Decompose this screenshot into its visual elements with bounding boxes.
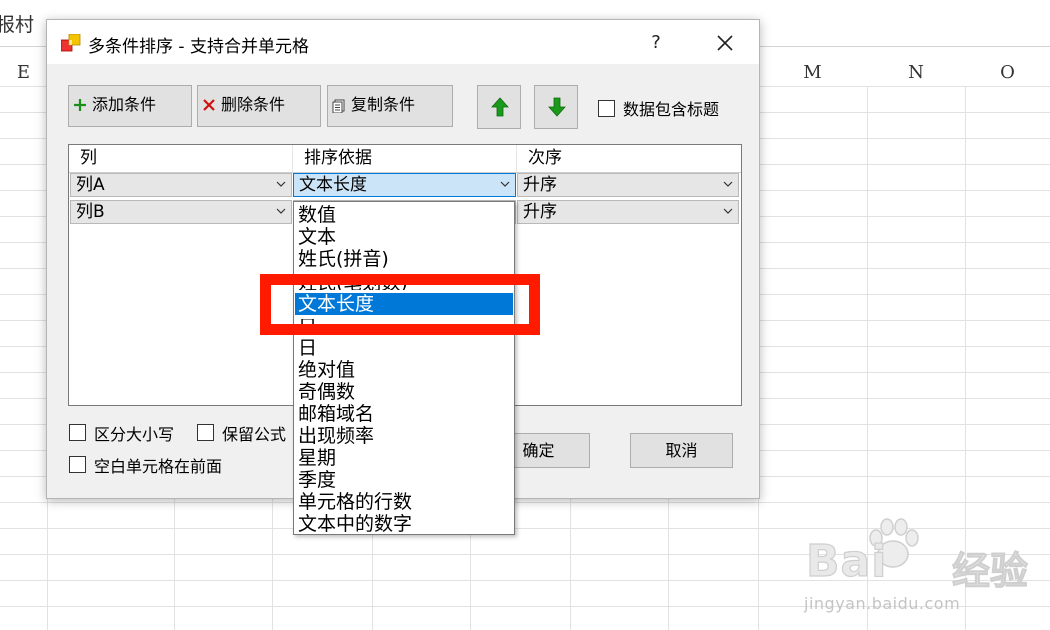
dialog-titlebar[interactable]: 多条件排序 - 支持合并单元格 ? — [47, 20, 759, 64]
move-down-button[interactable] — [534, 85, 578, 129]
copy-condition-button[interactable]: 复制条件 — [327, 85, 453, 127]
column-header-o[interactable]: O — [965, 56, 1050, 87]
row1-basis-select[interactable]: 文本长度 — [293, 173, 516, 197]
dropdown-option[interactable]: 文本 — [295, 226, 513, 248]
watermark-url: jingyan.baidu.com — [804, 594, 961, 613]
dropdown-option[interactable]: 出现频率 — [295, 425, 513, 447]
copy-condition-label: 复制条件 — [351, 95, 416, 114]
row2-order-value: 升序 — [523, 202, 557, 222]
grid-header-order: 次序 — [517, 145, 741, 172]
row1-column-select[interactable]: 列A — [70, 173, 292, 197]
row2-order-select[interactable]: 升序 — [517, 200, 739, 224]
row2-column-value: 列B — [76, 202, 105, 222]
column-header-e[interactable]: E — [0, 56, 48, 87]
case-sensitive-label: 区分大小写 — [94, 425, 175, 444]
close-icon — [717, 35, 733, 51]
dropdown-option[interactable]: 绝对值 — [295, 359, 513, 381]
dropdown-option[interactable]: 季度 — [295, 469, 513, 491]
has-header-checkbox[interactable] — [598, 100, 615, 117]
cancel-button[interactable]: 取消 — [630, 433, 733, 468]
copy-icon — [332, 99, 345, 113]
row2-column-select[interactable]: 列B — [70, 200, 292, 224]
watermark-logo-text: Bai — [805, 535, 888, 587]
baidu-jingyan-watermark: Bai 经验 jingyan.baidu.com — [800, 510, 1050, 620]
case-sensitive-checkbox[interactable] — [69, 424, 86, 441]
column-header-n[interactable]: N — [867, 56, 966, 87]
sort-basis-dropdown: 数值 文本 姓氏(拼音) 姓氏(笔划数) 文本长度 日 日 绝对值 奇偶数 邮箱… — [293, 201, 515, 535]
delete-condition-button[interactable]: 删除条件 — [197, 85, 321, 127]
dropdown-option[interactable]: 邮箱域名 — [295, 403, 513, 425]
chevron-down-icon — [723, 181, 733, 187]
close-button[interactable] — [707, 29, 743, 57]
help-button[interactable]: ? — [641, 29, 671, 57]
dropdown-option[interactable]: 数值 — [295, 204, 513, 226]
grid-header-basis: 排序依据 — [293, 145, 517, 172]
move-up-button[interactable] — [477, 85, 521, 129]
dropdown-option[interactable]: 星期 — [295, 447, 513, 469]
has-header-label: 数据包含标题 — [623, 100, 720, 119]
keep-formula-label: 保留公式 — [222, 425, 287, 444]
chevron-down-icon — [276, 181, 286, 187]
row1-order-value: 升序 — [523, 175, 557, 195]
delete-x-icon — [203, 99, 215, 111]
keep-formula-checkbox[interactable] — [197, 424, 214, 441]
app-logo-icon — [61, 34, 81, 52]
watermark-jingyan-text: 经验 — [951, 549, 1029, 594]
dropdown-option[interactable]: 姓氏(拼音) — [295, 248, 513, 270]
dropdown-option[interactable]: 日 — [295, 337, 513, 359]
add-condition-label: 添加条件 — [92, 95, 157, 114]
dropdown-option[interactable]: 单元格的行数 — [295, 491, 513, 513]
blank-first-checkbox[interactable] — [69, 456, 86, 473]
blank-first-label: 空白单元格在前面 — [94, 457, 223, 476]
grid-header-column: 列 — [69, 145, 293, 172]
dropdown-option[interactable]: 奇偶数 — [295, 381, 513, 403]
column-header-m[interactable]: M — [758, 56, 868, 87]
arrow-down-icon — [548, 97, 566, 117]
chevron-down-icon — [276, 208, 286, 214]
row1-basis-value: 文本长度 — [299, 175, 367, 195]
add-condition-button[interactable]: 添加条件 — [68, 85, 192, 127]
dropdown-option[interactable]: 文本中的数字 — [295, 513, 513, 534]
plus-icon — [74, 99, 86, 111]
cell-reference-text: 报村 — [0, 14, 35, 36]
chevron-down-icon — [500, 181, 510, 187]
dialog-title: 多条件排序 - 支持合并单元格 — [88, 37, 309, 57]
arrow-up-icon — [491, 97, 509, 117]
highlight-annotation-box — [260, 274, 540, 335]
delete-condition-label: 删除条件 — [221, 95, 286, 114]
row1-column-value: 列A — [76, 175, 105, 195]
row1-order-select[interactable]: 升序 — [517, 173, 739, 197]
chevron-down-icon — [723, 208, 733, 214]
